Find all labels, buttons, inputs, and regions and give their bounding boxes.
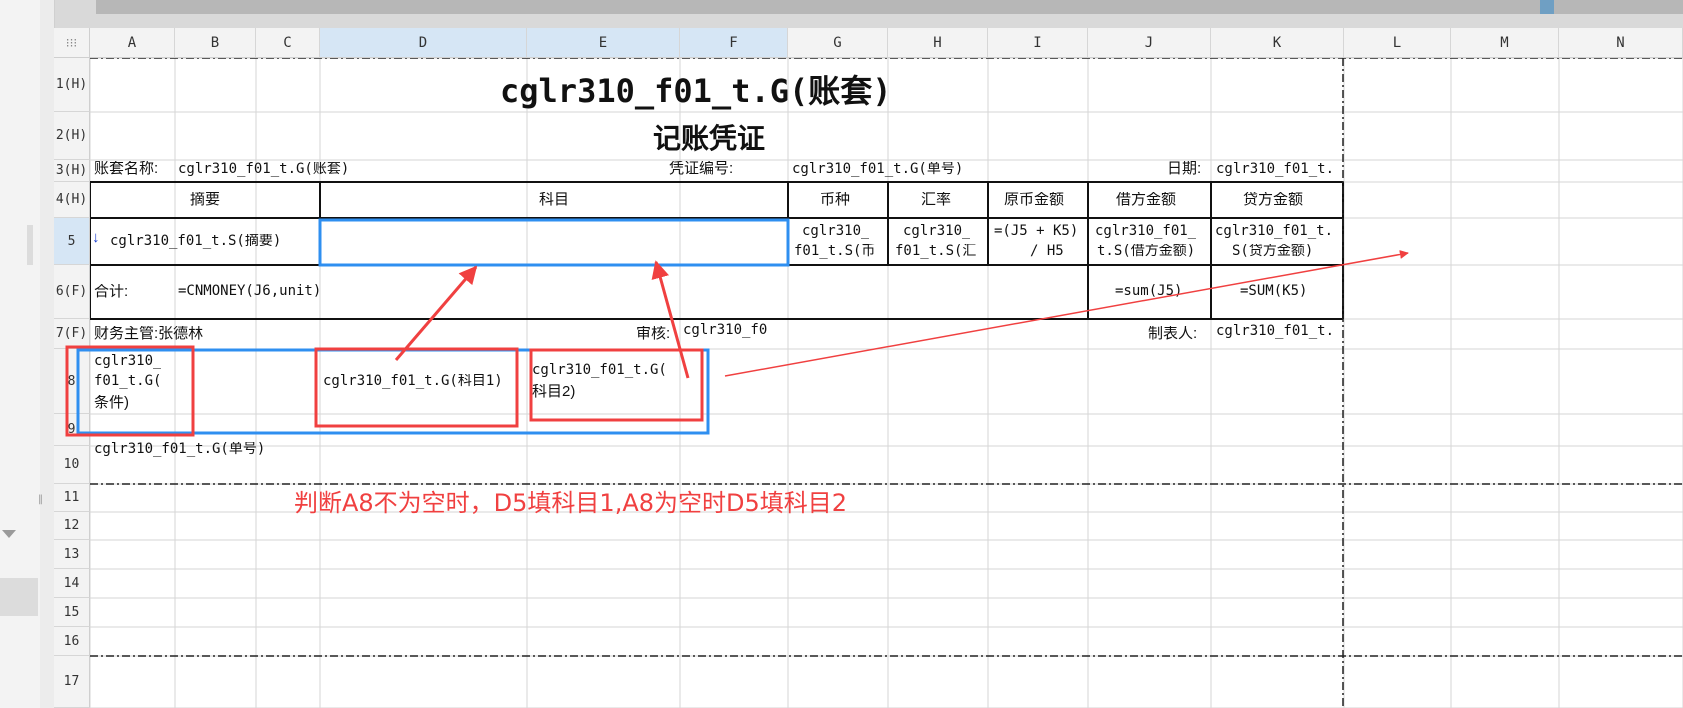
arrow-D8-to-D5 bbox=[394, 265, 478, 361]
highlight-box-A8 bbox=[65, 345, 195, 437]
highlight-box-D8 bbox=[314, 347, 519, 428]
arrow-to-right bbox=[724, 250, 1409, 377]
annotation-overlay bbox=[65, 218, 1409, 437]
highlight-box-E8 bbox=[529, 348, 704, 422]
arrow-E8-to-D5 bbox=[651, 260, 690, 379]
selection-box-D5 bbox=[318, 218, 790, 267]
